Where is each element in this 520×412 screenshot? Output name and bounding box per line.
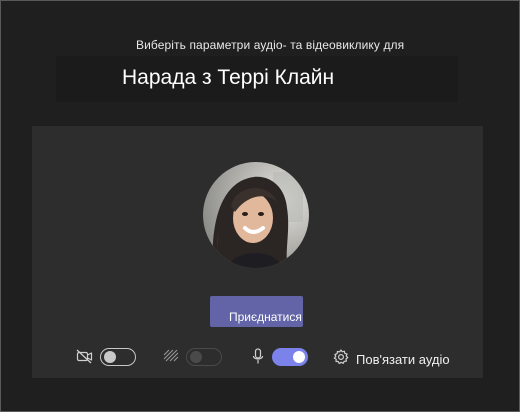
meeting-title: Нарада з Террі Клайн [122,66,335,89]
prejoin-subtitle: Виберіть параметри аудіо- та відеовиклик… [136,38,405,52]
background-effects-toggle [186,348,222,366]
microphone-icon[interactable] [252,348,264,365]
gear-icon[interactable] [333,349,349,365]
join-button[interactable]: Приєднатися [210,296,303,327]
device-settings-label[interactable]: Пов'язати аудіо [356,352,450,367]
background-toggle-knob [190,351,202,363]
microphone-toggle-knob [293,351,305,363]
avatar-photo [203,162,309,268]
camera-toggle-knob [104,351,116,363]
avatar [203,162,309,268]
microphone-toggle[interactable] [272,348,308,366]
camera-toggle[interactable] [100,348,136,366]
camera-off-icon[interactable] [76,349,93,364]
background-blur-icon [163,349,179,362]
